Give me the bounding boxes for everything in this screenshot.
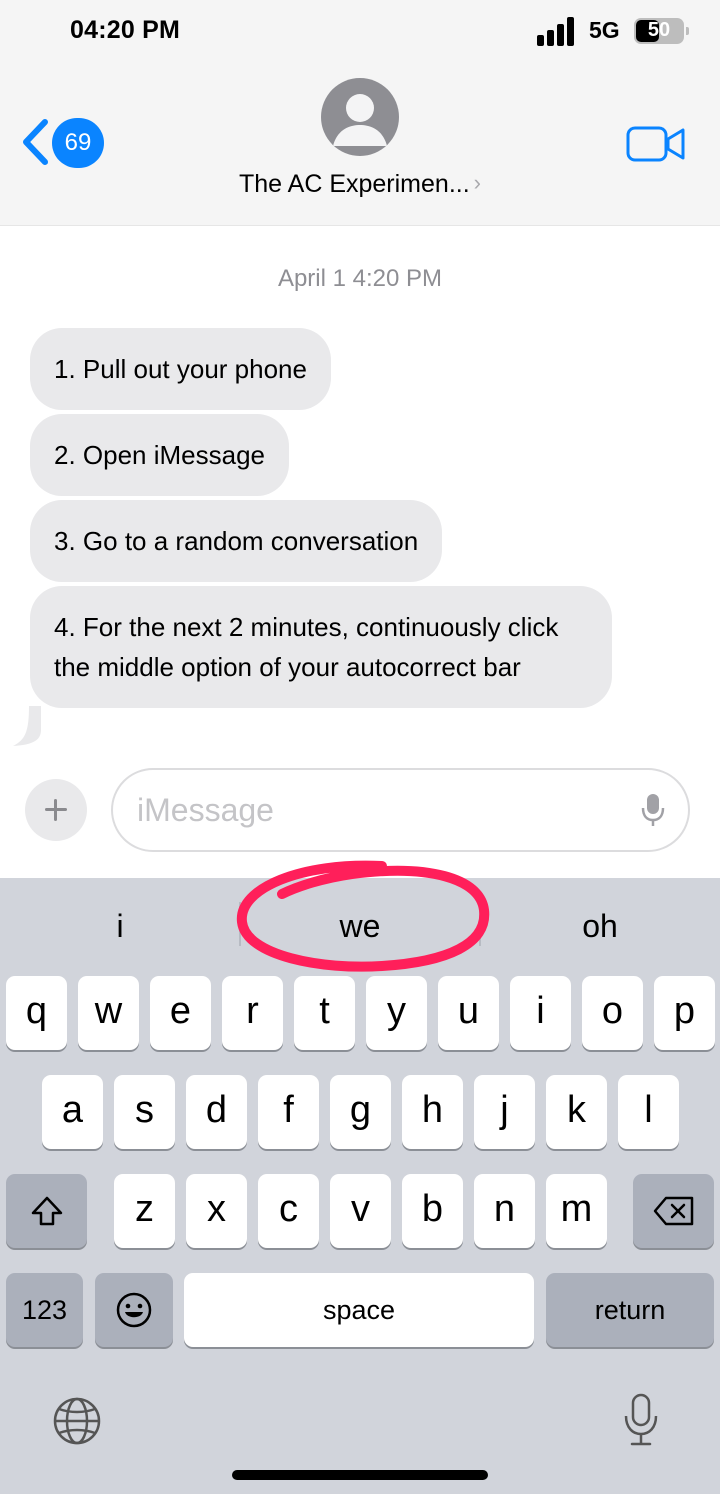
- bubble-tail: [13, 706, 41, 746]
- key-k[interactable]: k: [546, 1075, 607, 1149]
- key-r[interactable]: r: [222, 976, 283, 1050]
- message-text: 1. Pull out your phone: [54, 354, 307, 384]
- key-v[interactable]: v: [330, 1174, 391, 1248]
- battery-nub: [686, 27, 689, 35]
- key-n[interactable]: n: [474, 1174, 535, 1248]
- key-m[interactable]: m: [546, 1174, 607, 1248]
- key-g[interactable]: g: [330, 1075, 391, 1149]
- contact-name-row[interactable]: The AC Experimen... ›: [0, 170, 720, 199]
- key-x[interactable]: x: [186, 1174, 247, 1248]
- contact-name: The AC Experimen...: [239, 170, 470, 198]
- shift-icon: [31, 1196, 62, 1226]
- message-bubble[interactable]: 4. For the next 2 minutes, continuously …: [30, 586, 612, 708]
- plus-icon[interactable]: [25, 779, 87, 841]
- battery-icon: 50: [634, 18, 684, 44]
- key-a[interactable]: a: [42, 1075, 103, 1149]
- suggestion-right[interactable]: oh: [480, 908, 720, 945]
- message-text: 3. Go to a random conversation: [54, 526, 419, 556]
- conversation-header: 04:20 PM 5G 50 69 The AC Experimen... ›: [0, 0, 720, 226]
- keyboard: i we oh q w e r t y u i o p a s d f g h …: [0, 878, 720, 1494]
- key-p[interactable]: p: [654, 976, 715, 1050]
- key-j[interactable]: j: [474, 1075, 535, 1149]
- unread-count-badge[interactable]: 69: [52, 118, 104, 168]
- key-o[interactable]: o: [582, 976, 643, 1050]
- message-input-placeholder: iMessage: [137, 792, 274, 828]
- key-b[interactable]: b: [402, 1174, 463, 1248]
- key-z[interactable]: z: [114, 1174, 175, 1248]
- globe-icon[interactable]: [52, 1396, 102, 1446]
- key-y[interactable]: y: [366, 976, 427, 1050]
- key-l[interactable]: l: [618, 1075, 679, 1149]
- key-i[interactable]: i: [510, 976, 571, 1050]
- microphone-icon[interactable]: [623, 1392, 659, 1448]
- message-bubble[interactable]: 2. Open iMessage: [30, 414, 290, 496]
- home-indicator[interactable]: [232, 1470, 488, 1480]
- message-text: 2. Open iMessage: [54, 440, 266, 470]
- cellular-signal-icon: [537, 16, 577, 46]
- numbers-key[interactable]: 123: [6, 1273, 83, 1347]
- key-h[interactable]: h: [402, 1075, 463, 1149]
- key-q[interactable]: q: [6, 976, 67, 1050]
- message-timestamp: April 1 4:20 PM: [277, 265, 443, 292]
- delete-key[interactable]: [633, 1174, 714, 1248]
- delete-icon: [653, 1196, 693, 1226]
- message-input[interactable]: iMessage: [111, 768, 690, 852]
- status-time: 04:20 PM: [70, 16, 180, 44]
- suggestion-middle[interactable]: we: [240, 908, 480, 945]
- message-bubble[interactable]: 3. Go to a random conversation: [30, 500, 443, 582]
- message-bubble[interactable]: 1. Pull out your phone: [30, 328, 331, 410]
- emoji-icon: [116, 1292, 152, 1328]
- key-f[interactable]: f: [258, 1075, 319, 1149]
- key-w[interactable]: w: [78, 976, 139, 1050]
- video-camera-icon[interactable]: [626, 124, 686, 164]
- battery-level: 50: [647, 19, 671, 41]
- message-text: 4. For the next 2 minutes, continuously …: [54, 612, 559, 682]
- chevron-right-icon: ›: [473, 170, 481, 195]
- contact-avatar[interactable]: [321, 78, 399, 156]
- emoji-key[interactable]: [95, 1273, 173, 1347]
- suggestion-left[interactable]: i: [0, 908, 240, 945]
- return-key[interactable]: return: [546, 1273, 714, 1347]
- space-key[interactable]: space: [184, 1273, 534, 1347]
- key-c[interactable]: c: [258, 1174, 319, 1248]
- shift-key[interactable]: [6, 1174, 87, 1248]
- key-t[interactable]: t: [294, 976, 355, 1050]
- key-e[interactable]: e: [150, 976, 211, 1050]
- key-d[interactable]: d: [186, 1075, 247, 1149]
- key-s[interactable]: s: [114, 1075, 175, 1149]
- network-type: 5G: [589, 17, 620, 43]
- chevron-left-icon[interactable]: [18, 116, 52, 168]
- person-icon: [333, 94, 387, 146]
- key-u[interactable]: u: [438, 976, 499, 1050]
- microphone-icon[interactable]: [641, 792, 665, 828]
